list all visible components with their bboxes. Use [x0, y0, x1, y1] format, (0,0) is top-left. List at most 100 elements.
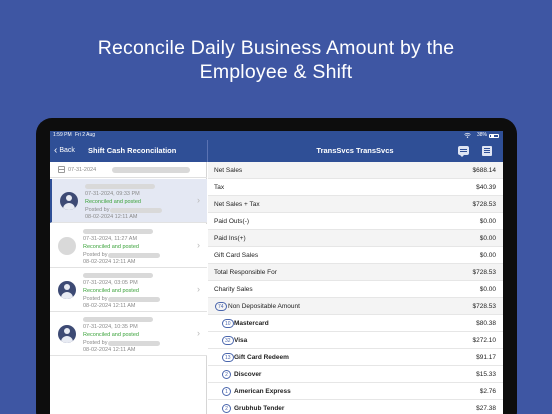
row-value: $40.39 — [476, 184, 496, 191]
tender-row-discover: 2 Discover $15.33 — [208, 366, 503, 383]
posted-by-placeholder — [110, 208, 162, 213]
shift-status: Reconciled and posted — [83, 288, 139, 294]
count-badge: 10 — [222, 319, 234, 328]
count-badge: 32 — [222, 336, 234, 345]
chevron-right-icon: › — [197, 284, 200, 294]
person-icon — [58, 325, 76, 343]
chevron-right-icon: › — [197, 328, 200, 338]
row-label: Tax — [214, 184, 225, 191]
posted-by-placeholder — [108, 297, 160, 302]
summary-row-net-sales: Net Sales $688.14 — [208, 162, 503, 179]
row-value: $0.00 — [479, 286, 496, 293]
summary-row-gift-card-sales: Gift Card Sales $0.00 — [208, 247, 503, 264]
tender-row-mastercard: 10 Mastercard $80.38 — [208, 315, 503, 332]
row-label: Gift Card Sales — [214, 252, 259, 259]
row-label: Charity Sales — [214, 286, 253, 293]
row-label: Paid Outs(-) — [214, 218, 250, 225]
battery-percent: 38% — [476, 132, 487, 138]
back-label: Back — [59, 147, 75, 154]
date-filter[interactable]: 07-31-2024 — [50, 162, 207, 178]
chevron-left-icon: ‹ — [54, 145, 58, 156]
row-value: $15.33 — [476, 371, 496, 378]
row-value: $0.00 — [479, 252, 496, 259]
count-badge: 74 — [215, 302, 227, 311]
row-label: Visa — [234, 337, 248, 344]
row-value: $91.17 — [476, 354, 496, 361]
row-value: $2.76 — [479, 388, 496, 395]
posted-by-label: Posted by — [83, 340, 108, 346]
back-button[interactable]: ‹ Back — [54, 144, 75, 158]
row-value: $80.38 — [476, 320, 496, 327]
row-label: Paid Ins(+) — [214, 235, 246, 242]
row-label: Grubhub Tender — [234, 405, 285, 412]
shift-list-item[interactable]: 07-31-2024, 10:35 PM Reconciled and post… — [50, 312, 207, 356]
summary-row-paid-outs: Paid Outs(-) $0.00 — [208, 213, 503, 230]
shift-status: Reconciled and posted — [83, 244, 139, 250]
chevron-right-icon: › — [197, 195, 200, 205]
tender-row-visa: 32 Visa $272.10 — [208, 332, 503, 349]
tender-row-american-express: 1 American Express $2.76 — [208, 383, 503, 400]
posted-by-placeholder — [108, 253, 160, 258]
tender-row-gift-card-redeem: 13 Gift Card Redeem $91.17 — [208, 349, 503, 366]
chevron-right-icon: › — [197, 240, 200, 250]
tender-row-grubhub: 2 Grubhub Tender $27.38 — [208, 400, 503, 414]
status-date: Fri 2 Aug — [75, 132, 96, 138]
row-value: $0.00 — [479, 218, 496, 225]
row-label: Non Depositable Amount — [228, 303, 300, 310]
posted-by-label: Posted by — [83, 296, 108, 302]
status-bar: 1:59 PM Fri 2 Aug 38% — [50, 131, 503, 140]
count-badge: 1 — [222, 387, 231, 396]
summary-row-charity-sales: Charity Sales $0.00 — [208, 281, 503, 298]
shift-list-item[interactable]: 07-31-2024, 09:33 PM Reconciled and post… — [50, 179, 207, 223]
row-label: Discover — [234, 371, 262, 378]
employee-name-placeholder — [83, 229, 153, 234]
summary-row-non-depositable[interactable]: 74 Non Depositable Amount $728.53 — [208, 298, 503, 315]
employee-name-placeholder — [83, 317, 153, 322]
headline-line-1: Reconcile Daily Business Amount by the — [97, 37, 455, 59]
count-badge: 13 — [222, 353, 234, 362]
row-value: $688.14 — [472, 167, 497, 174]
row-value: $728.53 — [472, 201, 497, 208]
posted-time: 08-02-2024 12:11 AM — [85, 214, 138, 220]
headline: Reconcile Daily Business Amount by the E… — [0, 36, 552, 84]
summary-row-net-sales-tax: Net Sales + Tax $728.53 — [208, 196, 503, 213]
filter-date: 07-31-2024 — [68, 167, 97, 173]
row-label: Mastercard — [234, 320, 269, 327]
person-icon — [58, 281, 76, 299]
posted-time: 08-02-2024 12:11 AM — [83, 347, 136, 353]
status-time: 1:59 PM — [53, 132, 72, 138]
summary-row-tax: Tax $40.39 — [208, 179, 503, 196]
report-list-icon[interactable] — [482, 146, 492, 156]
posted-by-label: Posted by — [85, 207, 110, 213]
employee-name-placeholder — [83, 273, 153, 278]
row-label: Net Sales + Tax — [214, 201, 260, 208]
posted-time: 08-02-2024 12:11 AM — [83, 259, 136, 265]
page-title: Shift Cash Reconcilation — [88, 146, 177, 155]
summary-row-paid-ins: Paid Ins(+) $0.00 — [208, 230, 503, 247]
summary-row-total-responsible: Total Responsible For $728.53 — [208, 264, 503, 281]
posted-by-label: Posted by — [83, 252, 108, 258]
count-badge: 2 — [222, 404, 231, 413]
count-badge: 2 — [222, 370, 231, 379]
row-label: American Express — [234, 388, 291, 395]
row-value: $728.53 — [472, 269, 497, 276]
shift-time: 07-31-2024, 10:35 PM — [83, 324, 138, 330]
shift-time: 07-31-2024, 03:05 PM — [83, 280, 138, 286]
shift-list-item[interactable]: 07-31-2024, 03:05 PM Reconciled and post… — [50, 268, 207, 312]
chat-bubble-icon[interactable] — [458, 146, 469, 157]
row-value: $728.53 — [472, 303, 497, 310]
shift-time: 07-31-2024, 09:33 PM — [85, 191, 140, 197]
shift-list-item[interactable]: 07-31-2024, 11:27 AM Reconciled and post… — [50, 224, 207, 268]
row-value: $272.10 — [472, 337, 497, 344]
shift-status: Reconciled and posted — [85, 199, 141, 205]
posted-by-placeholder — [108, 341, 160, 346]
employee-name-placeholder — [85, 184, 155, 189]
row-value: $27.38 — [476, 405, 496, 412]
headline-line-2: Employee & Shift — [199, 61, 353, 83]
row-label: Gift Card Redeem — [234, 354, 289, 361]
avatar-placeholder — [58, 237, 76, 255]
shift-time: 07-31-2024, 11:27 AM — [83, 236, 138, 242]
app-screen: 1:59 PM Fri 2 Aug 38% ‹ Back Shift Cash … — [50, 131, 503, 414]
shift-list-pane: 07-31-2024 07-31-2024, 09:33 PM Reconcil… — [50, 162, 207, 414]
person-icon — [60, 192, 78, 210]
